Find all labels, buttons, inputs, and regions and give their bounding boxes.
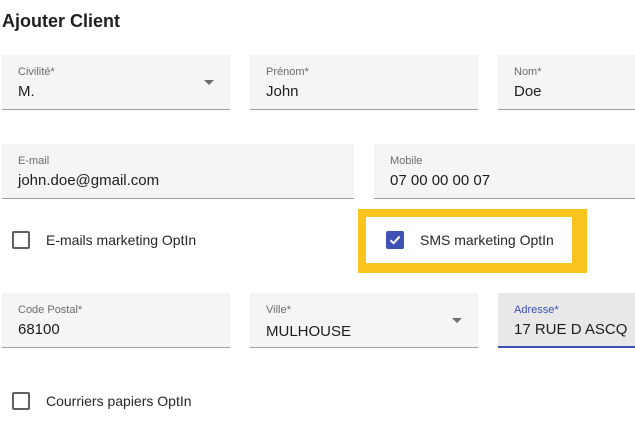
email-value: john.doe@gmail.com [18,172,160,189]
chevron-down-icon[interactable] [204,80,214,85]
adresse-label: Adresse* [514,304,559,316]
email-optin-label: E-mails marketing OptIn [46,232,197,248]
nom-value: Doe [514,83,542,100]
chevron-down-icon[interactable] [452,318,462,323]
sms-optin-checkbox[interactable] [386,231,404,249]
adresse-field[interactable]: Adresse* 17 RUE D ASCQ [498,293,635,348]
code-postal-field[interactable]: Code Postal* 68100 [2,293,230,348]
code-postal-value: 68100 [18,321,60,338]
ville-select[interactable]: Ville* MULHOUSE [250,293,478,348]
prenom-label: Prénom* [266,66,309,78]
sms-optin-row[interactable]: SMS marketing OptIn [386,231,554,249]
code-postal-label: Code Postal* [18,304,83,316]
ville-label: Ville* [266,304,291,316]
mobile-value: 07 00 00 00 07 [390,172,491,189]
courriers-optin-row[interactable]: Courriers papiers OptIn [12,392,192,410]
checkmark-icon [389,235,401,245]
nom-label: Nom* [514,66,542,78]
civilite-select[interactable]: Civilité* M. [2,55,230,110]
page-title: Ajouter Client [2,11,121,31]
email-optin-row[interactable]: E-mails marketing OptIn [12,231,196,249]
civilite-value: M. [18,83,35,100]
prenom-field[interactable]: Prénom* John [250,55,478,110]
courriers-optin-label: Courriers papiers OptIn [46,393,192,409]
prenom-value: John [266,83,299,100]
email-optin-checkbox[interactable] [12,231,30,249]
adresse-value: 17 RUE D ASCQ [514,321,628,338]
sms-optin-label: SMS marketing OptIn [420,232,554,248]
courriers-optin-checkbox[interactable] [12,392,30,410]
mobile-label: Mobile [390,155,423,167]
mobile-field[interactable]: Mobile 07 00 00 00 07 [374,144,635,199]
nom-field[interactable]: Nom* Doe [498,55,635,110]
email-field[interactable]: E-mail john.doe@gmail.com [2,144,354,199]
ville-value: MULHOUSE [266,323,352,340]
civilite-label: Civilité* [18,66,55,78]
email-label: E-mail [18,155,50,167]
